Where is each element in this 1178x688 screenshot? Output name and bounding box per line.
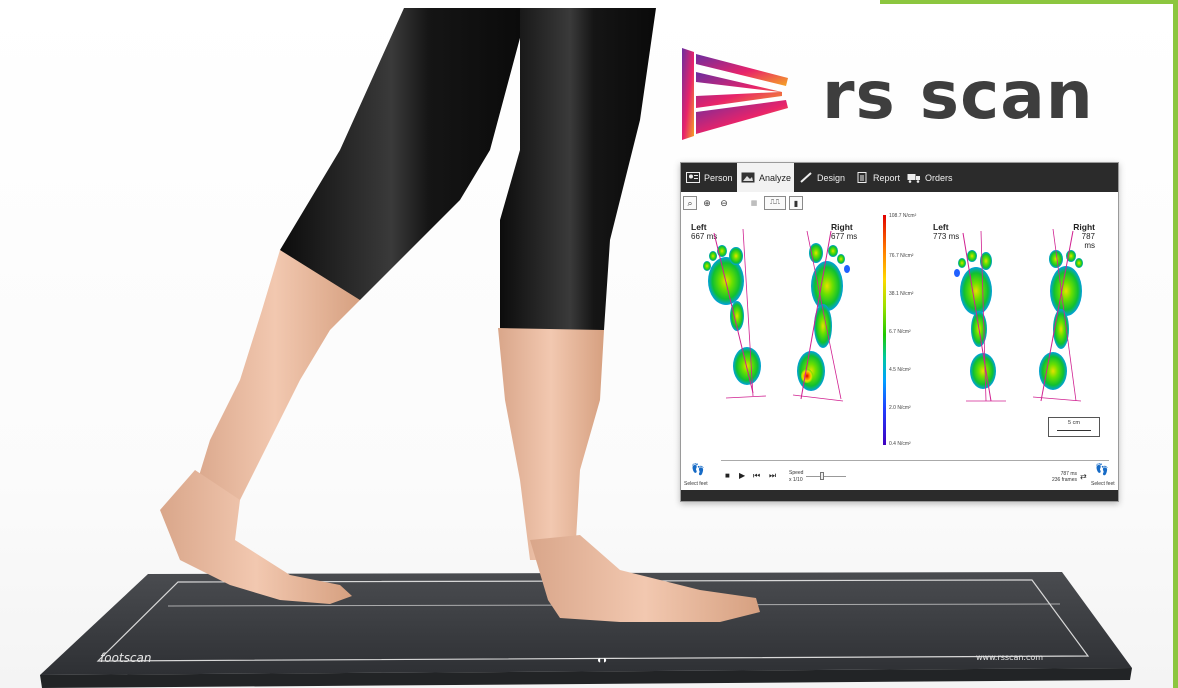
scale-bar-box: 5 cm (1048, 417, 1100, 437)
footprint-3 (954, 230, 1006, 402)
toolbar: ⌕ ⊕ ⊖ ▦ ⎍⎍ ▮ (683, 195, 803, 211)
tab-label: Report (873, 172, 901, 183)
accent-strip-top (880, 0, 1178, 4)
tab-label: Design (817, 172, 846, 183)
footprint-2 (792, 230, 850, 402)
select-feet-left-icon[interactable]: 👣 (691, 463, 705, 476)
tab-label: Orders (925, 172, 953, 183)
zoom-fit-icon[interactable]: ⌕ (683, 196, 697, 210)
frames-readout: 236 frames (1051, 477, 1077, 483)
tab-orders[interactable]: Orders (907, 163, 959, 192)
select-feet-right-icon[interactable]: 👣 (1095, 463, 1109, 476)
brand-name: rs scan (822, 57, 1094, 134)
scale-label: 0.4 N/cm² (889, 441, 911, 447)
tab-label: Analyze (759, 172, 792, 183)
stop-button[interactable]: ■ (725, 471, 730, 480)
view-mode-left-icon[interactable]: ⎍⎍ (764, 196, 786, 210)
select-feet-right-label[interactable]: Select feet (1091, 481, 1115, 487)
tab-report[interactable]: Report (855, 163, 905, 192)
view-mode-right-icon[interactable]: ▮ (789, 196, 803, 210)
mat-url-text: www.rsscan.com (976, 653, 1043, 662)
scale-label: 38.1 N/cm² (889, 291, 914, 297)
footprint-1 (703, 228, 767, 399)
promo-image: footscan www.rsscan.com ◖◗ rs scan Perso… (0, 0, 1178, 688)
speed-slider[interactable] (806, 472, 846, 480)
tab-design[interactable]: Design (799, 163, 847, 192)
accent-strip-right (1173, 0, 1178, 688)
tab-label: Person (704, 172, 733, 183)
tab-person[interactable]: Person (681, 163, 742, 192)
play-button[interactable]: ▶ (739, 471, 745, 480)
status-bar (681, 490, 1118, 501)
speed-slider-thumb[interactable] (820, 472, 824, 480)
scale-label: 6.7 N/cm² (889, 329, 911, 335)
svg-text:◖◗: ◖◗ (596, 655, 608, 666)
tab-bar: Person Analyze Design Report Orders (681, 163, 1118, 192)
pencil-icon (800, 172, 812, 183)
back-leg (160, 8, 528, 604)
document-icon (857, 172, 867, 183)
select-feet-left-label[interactable]: Select feet (684, 481, 708, 487)
swap-icon[interactable]: ⇄ (1080, 472, 1087, 481)
tab-analyze[interactable]: Analyze (737, 163, 794, 192)
scale-label: 108.7 N/cm² (889, 213, 917, 219)
footprint-4 (1032, 228, 1083, 402)
color-gradient-bar (883, 215, 886, 445)
pressure-color-scale: 108.7 N/cm² 76.7 N/cm² 38.1 N/cm² 6.7 N/… (883, 213, 916, 447)
mat-brand-text: footscan (100, 651, 151, 665)
step-back-button[interactable]: ⏮ (753, 471, 760, 481)
scale-label: 76.7 N/cm² (889, 253, 914, 259)
scale-bar-label: 5 cm (1068, 420, 1080, 426)
rs-scan-chevron-logo-icon (682, 48, 788, 140)
brand-header: rs scan (682, 48, 1122, 148)
grid-icon[interactable]: ▦ (747, 196, 761, 210)
playback-controls: 👣 Select feet ■ ▶ ⏮ ⏭ Speed x 1/10 787 m… (681, 463, 1118, 489)
image-icon (741, 172, 755, 183)
scale-label: 4.5 N/cm² (889, 367, 911, 373)
speed-label: Speed (789, 470, 804, 476)
scale-label: 2.0 N/cm² (889, 405, 911, 411)
zoom-in-icon[interactable]: ⊕ (700, 196, 714, 210)
footscan-app-window: Person Analyze Design Report Orders ⌕ ⊕ (680, 162, 1119, 502)
step-forward-button[interactable]: ⏭ (769, 471, 776, 481)
truck-icon (907, 174, 920, 183)
zoom-out-icon[interactable]: ⊖ (717, 196, 731, 210)
speed-value: x 1/10 (789, 477, 803, 483)
person-card-icon (686, 172, 700, 183)
